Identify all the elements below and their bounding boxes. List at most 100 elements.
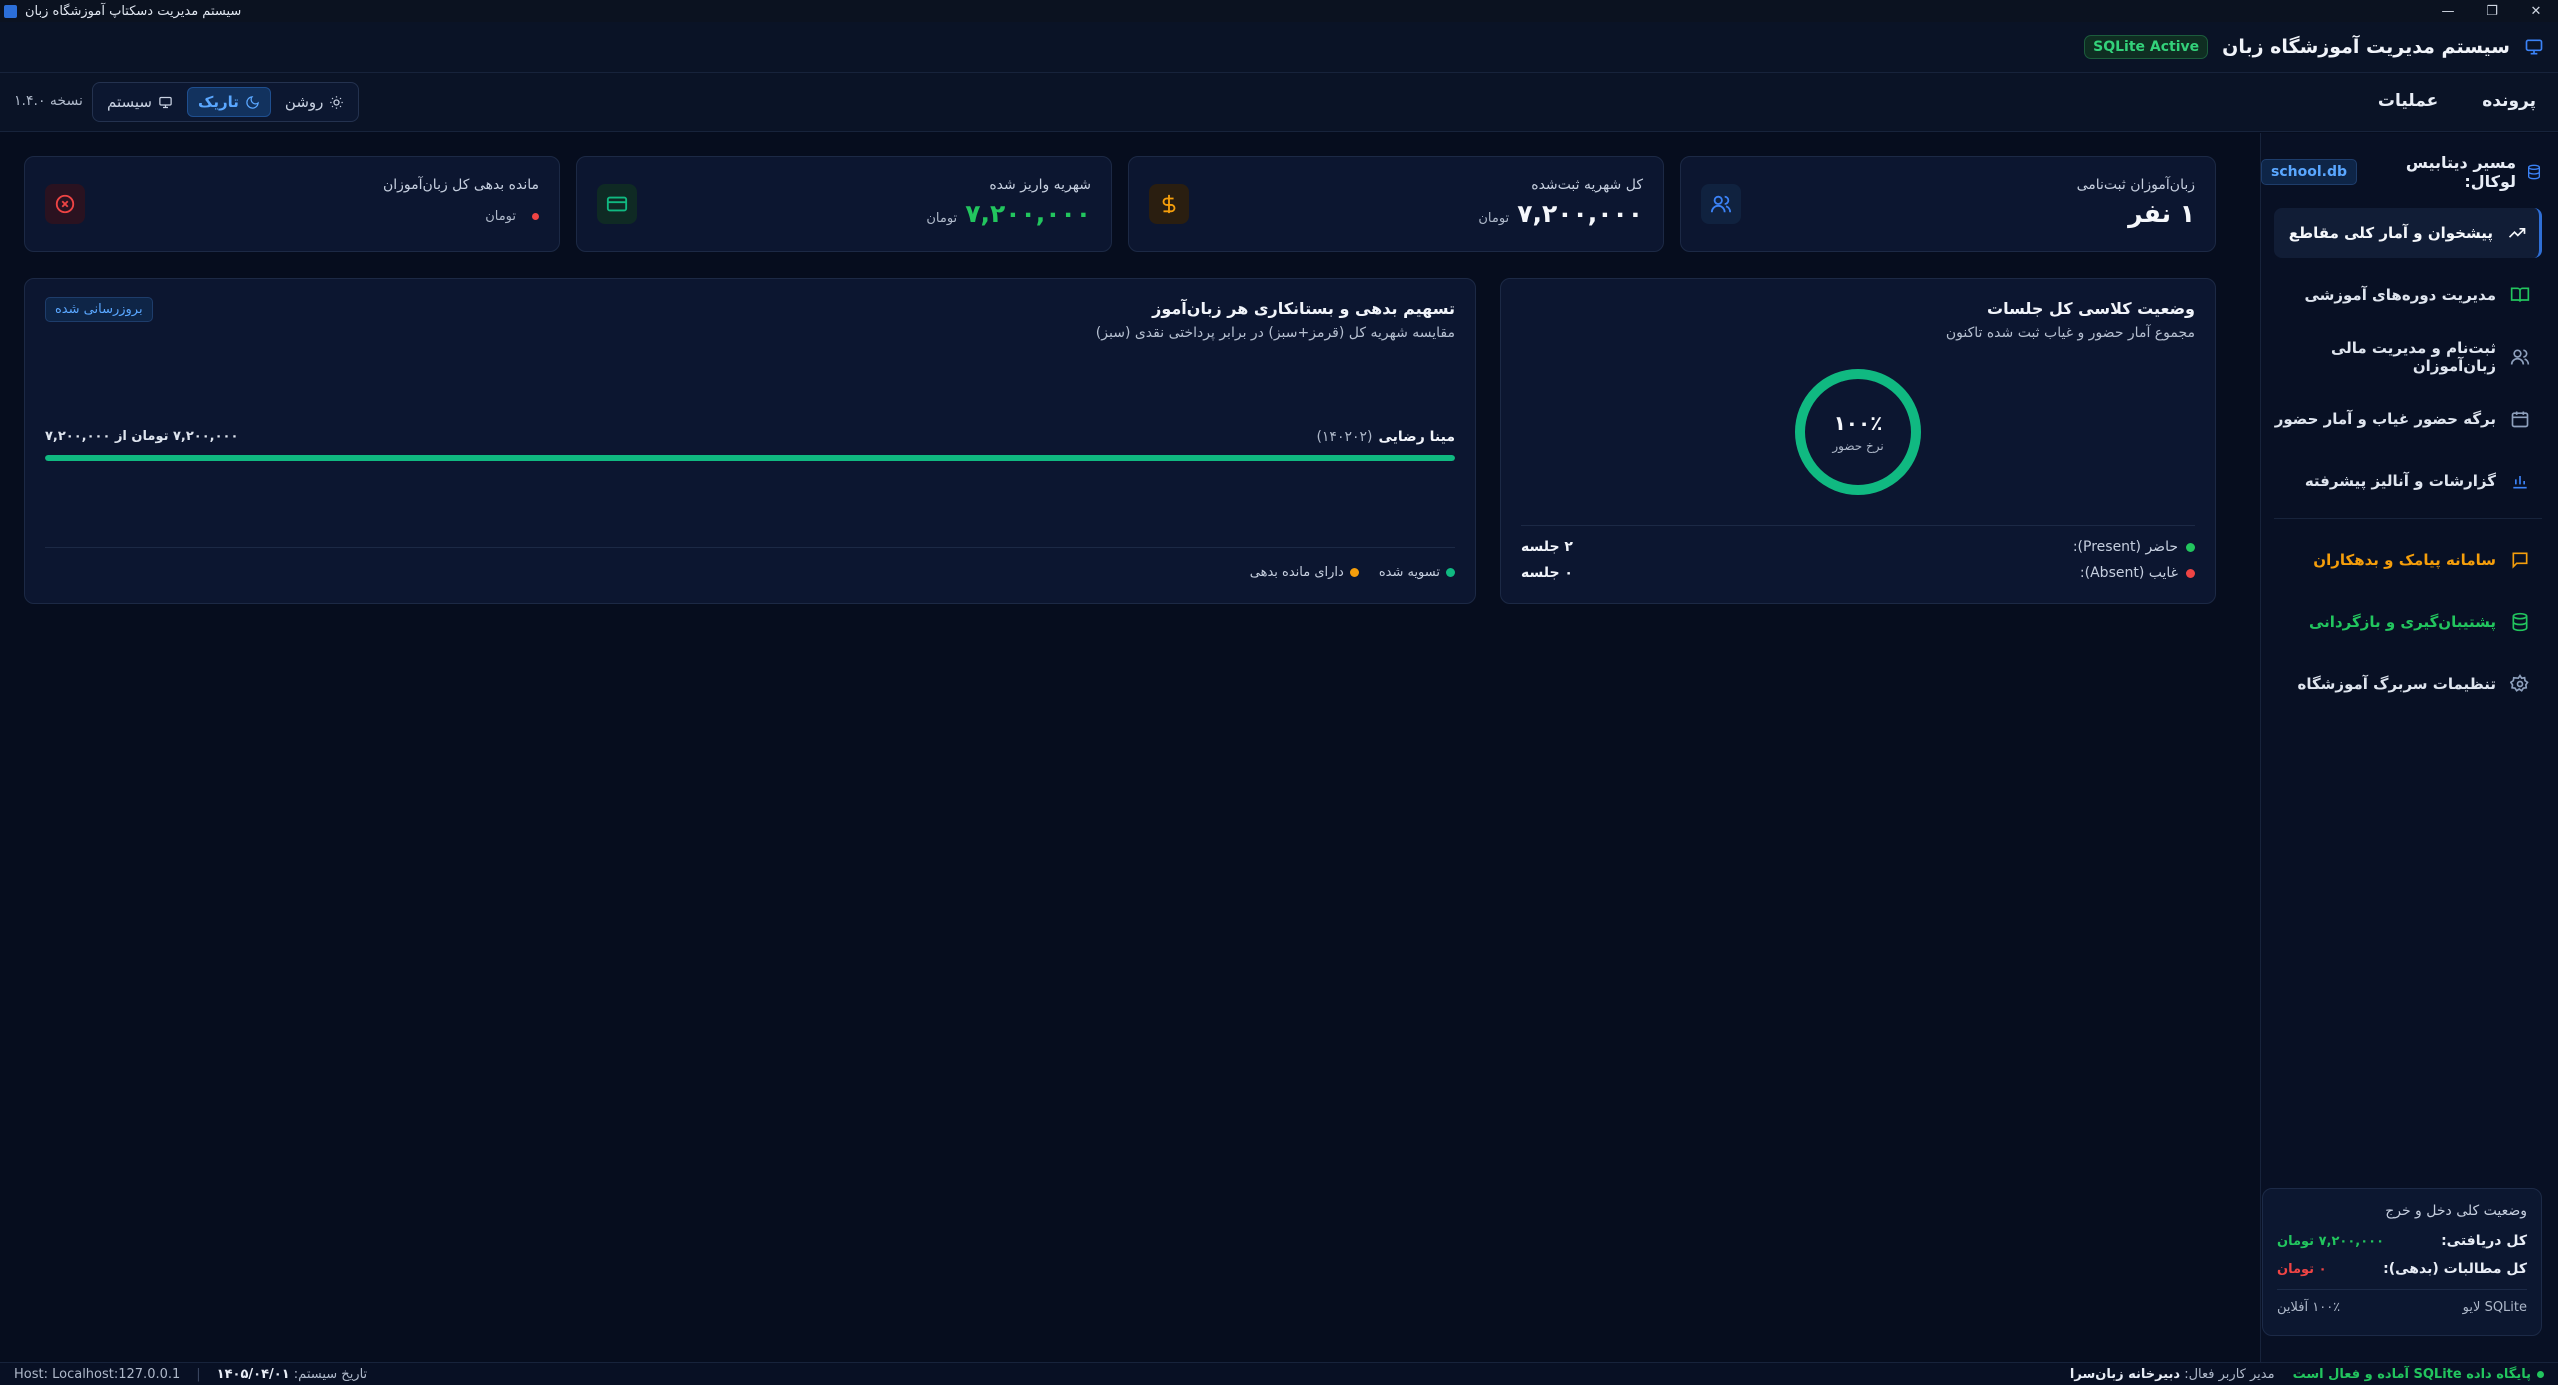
sqlite-status-badge: SQLite Active — [2084, 35, 2209, 59]
host-label: Host: Localhost:127.0.0.1 — [14, 1366, 181, 1382]
sidebar-nav: پیشخوان و آمار کلی مقاطع مدیریت دوره‌های… — [2274, 208, 2542, 721]
theme-dark-button[interactable]: تاریک — [187, 87, 271, 117]
received-value: ۷,۲۰۰,۰۰۰ تومان — [2277, 1233, 2385, 1249]
theme-system-button[interactable]: سیستم — [97, 87, 183, 117]
attendance-ring: ۱۰۰٪ نرخ حضور — [1793, 367, 1923, 497]
sidebar-item-registration[interactable]: ثبت‌نام و مدیریت مالی زبان‌آموزان — [2274, 332, 2542, 382]
stat-unit: تومان — [1478, 211, 1510, 226]
database-icon — [2512, 612, 2528, 632]
users-icon — [2510, 349, 2530, 365]
sun-icon — [330, 95, 344, 109]
window-title: سیستم مدیریت دسکتاپ آموزشگاه زبان — [25, 3, 242, 19]
user-label: مدیر کاربر فعال: — [2184, 1366, 2275, 1382]
theme-light-button[interactable]: روشن — [275, 87, 354, 117]
stat-unit: تومان — [926, 211, 958, 226]
menu-file[interactable]: پرونده — [2482, 91, 2536, 111]
received-label: کل دریافتی: — [2441, 1233, 2527, 1249]
db-file-chip: school.db — [2261, 159, 2357, 185]
debt-label: کل مطالبات (بدهی): — [2383, 1261, 2527, 1277]
legend-settled: تسویه شده — [1378, 565, 1440, 580]
student-code: (۱۴۰۲۰۲) — [1316, 429, 1373, 445]
theme-system-label: سیستم — [107, 93, 152, 111]
db-path-label: مسیر دیتابیس لوکال: — [2405, 153, 2516, 191]
sidebar-item-label: ثبت‌نام و مدیریت مالی زبان‌آموزان — [2330, 339, 2496, 375]
stat-label: زبان‌آموزان ثبت‌نامی — [2076, 177, 2195, 193]
legend-settled-dot — [1446, 568, 1455, 577]
app-name: سیستم مدیریت آموزشگاه زبان — [2222, 36, 2510, 58]
theme-light-label: روشن — [284, 93, 324, 111]
theme-switcher: روشن تاریک سیستم — [92, 82, 360, 122]
present-value: ۲ جلسه — [1521, 539, 1573, 555]
user-value: دبیرخانه زبان‌سرا — [2069, 1366, 2181, 1382]
stat-label: کل شهریه ثبت‌شده — [1531, 177, 1643, 193]
theme-dark-label: تاریک — [198, 93, 239, 111]
app-version: نسخه ۱.۴.۰ — [14, 93, 83, 109]
sidebar-item-label: پیشخوان و آمار کلی مقاطع — [2288, 224, 2493, 242]
offline-label: ۱۰۰٪ آفلاین — [2277, 1300, 2341, 1315]
monitor-icon — [2525, 39, 2543, 55]
menu-bar: پرونده عملیات روشن تاریک سیستم نسخه ۱.۴.… — [0, 72, 2558, 132]
divider — [1521, 525, 2195, 526]
sidebar-item-courses[interactable]: مدیریت دوره‌های آموزشی — [2274, 270, 2542, 320]
stat-unit: تومان — [485, 209, 516, 224]
users-icon — [1701, 184, 1741, 224]
student-amount: ۷,۲۰۰,۰۰۰ تومان از ۷,۲۰۰,۰۰۰ — [45, 429, 239, 444]
message-icon — [2512, 552, 2528, 569]
refresh-status-badge[interactable]: بروزرسانی شده — [45, 297, 153, 322]
present-label: حاضر (Present): — [2072, 539, 2178, 555]
stat-card-students: زبان‌آموزان ثبت‌نامی ۱ نفر — [1680, 156, 2216, 252]
db-ok-status: پایگاه داده SQLite آماده و فعال است — [2292, 1366, 2531, 1382]
stat-card-total-debt: مانده بدهی کل زبان‌آموزان تومان — [24, 156, 560, 252]
legend-debt-dot — [1349, 568, 1359, 577]
close-icon[interactable]: ✕ — [2514, 0, 2558, 22]
student-progress-fill — [45, 455, 1455, 461]
absent-label: غایب (Absent): — [2079, 565, 2178, 581]
stat-card-total-tuition: کل شهریه ثبت‌شده ۷,۲۰۰,۰۰۰ تومان — [1128, 156, 1664, 252]
sidebar-item-label: مدیریت دوره‌های آموزشی — [2304, 286, 2496, 304]
sidebar-item-label: برگه حضور غیاب و آمار حضور — [2274, 410, 2496, 428]
absent-value: ۰ جلسه — [1521, 565, 1573, 581]
absent-row: غایب (Absent): ۰ جلسه — [1521, 565, 2195, 581]
attendance-rate: ۱۰۰٪ — [1833, 411, 1883, 435]
stat-label: شهریه واریز شده — [989, 177, 1091, 193]
moon-icon — [246, 95, 259, 109]
debts-title: تسهیم بدهی و بستانکاری هر زبان‌آموز — [1152, 299, 1455, 318]
sidebar-item-settings[interactable]: تنظیمات سربرگ آموزشگاه — [2274, 659, 2542, 709]
x-circle-icon — [45, 184, 85, 224]
sidebar-item-label: تنظیمات سربرگ آموزشگاه — [2297, 675, 2496, 693]
debts-legend: تسویه شده دارای مانده بدهی — [1250, 565, 1455, 580]
credit-card-icon — [597, 184, 637, 224]
sidebar: مسیر دیتابیس لوکال: school.db پیشخوان و … — [2260, 133, 2558, 1362]
sidebar-item-sms[interactable]: سامانه پیامک و بدهکاران — [2274, 535, 2542, 585]
trend-up-icon — [2508, 228, 2526, 238]
finance-summary-title: وضعیت کلی دخل و خرج — [2385, 1203, 2527, 1219]
student-progress-track — [45, 455, 1455, 461]
dollar-icon — [1149, 184, 1189, 224]
date-value: ۱۴۰۵/۰۴/۰۱ — [216, 1366, 290, 1382]
sidebar-item-dashboard[interactable]: پیشخوان و آمار کلی مقاطع — [2274, 208, 2542, 258]
stat-value: ۷,۲۰۰,۰۰۰ — [965, 199, 1091, 228]
sidebar-item-attendance[interactable]: برگه حضور غیاب و آمار حضور — [2274, 394, 2542, 444]
bar-chart-icon — [2513, 476, 2527, 489]
sidebar-divider — [2274, 518, 2542, 519]
db-ok-dot — [2537, 1370, 2544, 1378]
menu-operations[interactable]: عملیات — [2378, 91, 2438, 111]
debts-panel: تسهیم بدهی و بستانکاری هر زبان‌آموز مقای… — [24, 278, 1476, 604]
sidebar-item-reports[interactable]: گزارشات و آنالیز پیشرفته — [2274, 456, 2542, 506]
date-label: تاریخ سیستم: — [293, 1366, 368, 1382]
sidebar-item-label: پشتیبان‌گیری و بازگردانی — [2309, 613, 2496, 631]
sqlite-live-label: SQLite لایو — [2462, 1300, 2527, 1315]
minimize-icon[interactable]: — — [2426, 0, 2470, 22]
student-debt-row: مینا رضایی (۱۴۰۲۰۲) ۷,۲۰۰,۰۰۰ تومان از ۷,… — [45, 429, 1455, 445]
sidebar-item-label: سامانه پیامک و بدهکاران — [2313, 551, 2496, 569]
stat-card-paid-tuition: شهریه واریز شده ۷,۲۰۰,۰۰۰ تومان — [576, 156, 1112, 252]
stat-value: ۷,۲۰۰,۰۰۰ — [1517, 199, 1643, 228]
finance-summary-box: وضعیت کلی دخل و خرج کل دریافتی: ۷,۲۰۰,۰۰… — [2262, 1188, 2542, 1336]
window-titlebar: سیستم مدیریت دسکتاپ آموزشگاه زبان — ❐ ✕ — [0, 0, 2558, 22]
db-path: مسیر دیتابیس لوکال: school.db — [2261, 153, 2542, 191]
present-row: حاضر (Present): ۲ جلسه — [1521, 539, 2195, 555]
debt-value: ۰ تومان — [2277, 1261, 2327, 1277]
maximize-icon[interactable]: ❐ — [2470, 0, 2514, 22]
attendance-title: وضعیت کلاسی کل جلسات — [1986, 299, 2195, 318]
sidebar-item-backup[interactable]: پشتیبان‌گیری و بازگردانی — [2274, 597, 2542, 647]
